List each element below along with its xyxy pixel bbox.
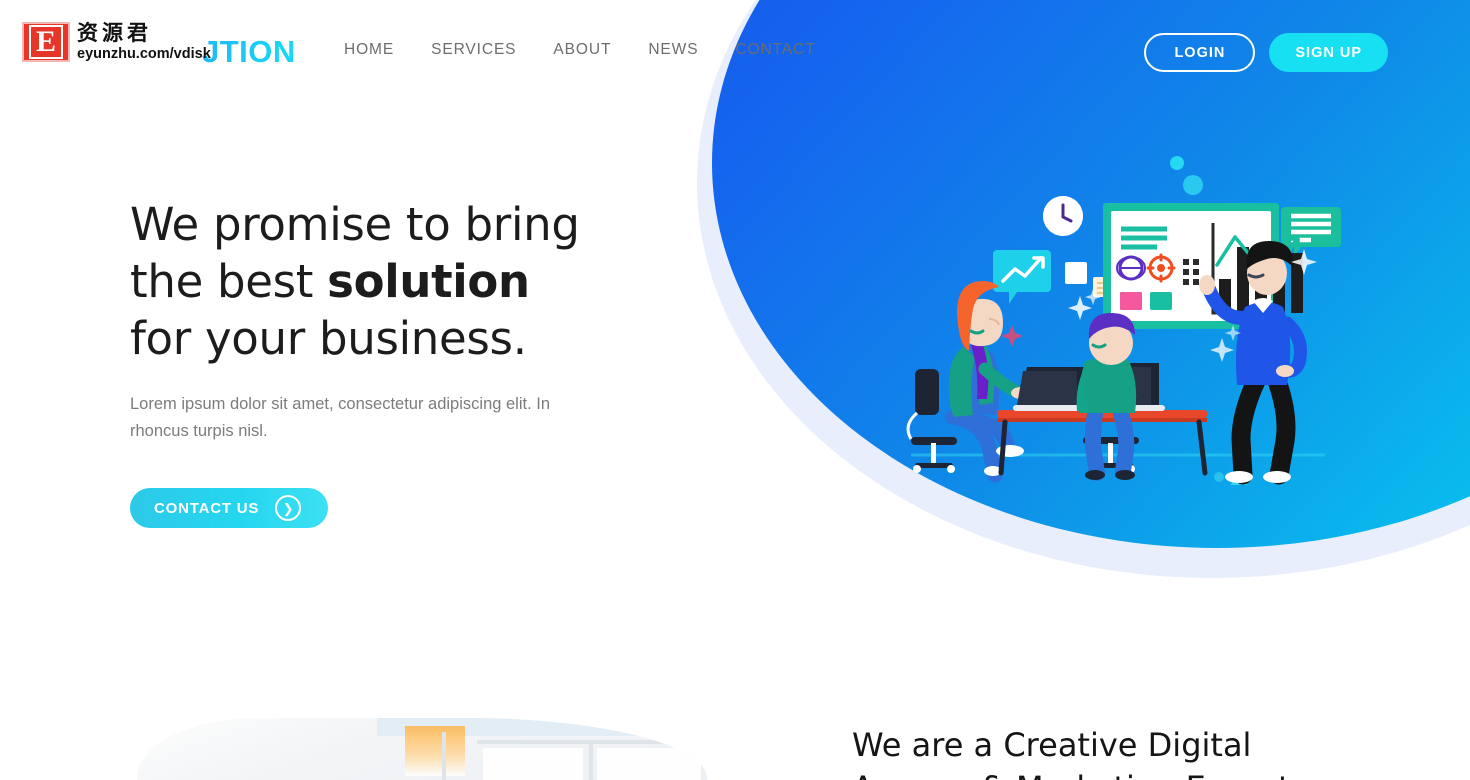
- watermark-text: 资源君 eyunzhu.com/vdisk: [77, 21, 211, 63]
- photo-window: [597, 748, 701, 780]
- contact-us-label: CONTACT US: [154, 499, 260, 517]
- photo-frame-bar: [442, 732, 446, 780]
- site-header: JTION E 资源君 eyunzhu.com/vdisk HOME SERVI…: [0, 0, 1470, 105]
- watermark-badge-letter: E: [28, 25, 63, 59]
- about-section-heading: We are a Creative Digital Agency & Marke…: [852, 724, 1412, 780]
- nav-item-news[interactable]: NEWS: [648, 41, 698, 59]
- about-heading-line2: Agency & Marketing Expert: [852, 767, 1412, 780]
- landing-page: JTION E 资源君 eyunzhu.com/vdisk HOME SERVI…: [0, 0, 1470, 780]
- chevron-right-icon: ❯: [275, 495, 302, 521]
- photo-warm-light: [405, 726, 465, 776]
- hero-title: We promise to bring the best solution fo…: [130, 196, 600, 367]
- main-nav: HOME SERVICES ABOUT NEWS CONTACT: [344, 41, 816, 59]
- photo-window: [483, 748, 583, 780]
- about-heading-line1: We are a Creative Digital: [852, 726, 1252, 764]
- hero-subtitle: Lorem ipsum dolor sit amet, consectetur …: [130, 395, 551, 440]
- hero-title-bold: solution: [327, 255, 530, 308]
- signup-button[interactable]: SIGN UP: [1269, 33, 1388, 72]
- photo-frame-bar: [589, 740, 593, 780]
- office-photo: [137, 718, 707, 780]
- hero-copy: We promise to bring the best solution fo…: [130, 196, 600, 528]
- watermark-url: eyunzhu.com/vdisk: [77, 46, 211, 62]
- nav-item-services[interactable]: SERVICES: [431, 41, 516, 59]
- watermark-overlay: E 资源君 eyunzhu.com/vdisk: [22, 22, 211, 62]
- login-button[interactable]: LOGIN: [1144, 33, 1256, 72]
- contact-us-button[interactable]: CONTACT US ❯: [130, 488, 328, 528]
- team-presentation-illustration: [905, 155, 1375, 497]
- nav-item-about[interactable]: ABOUT: [553, 41, 611, 59]
- watermark-badge-icon: E: [22, 22, 70, 62]
- auth-buttons: LOGIN SIGN UP: [1144, 33, 1388, 72]
- hero-title-part2: for your business.: [130, 312, 527, 365]
- watermark-chinese: 资源君: [77, 21, 152, 45]
- nav-item-contact[interactable]: CONTACT: [735, 41, 815, 59]
- nav-item-home[interactable]: HOME: [344, 41, 394, 59]
